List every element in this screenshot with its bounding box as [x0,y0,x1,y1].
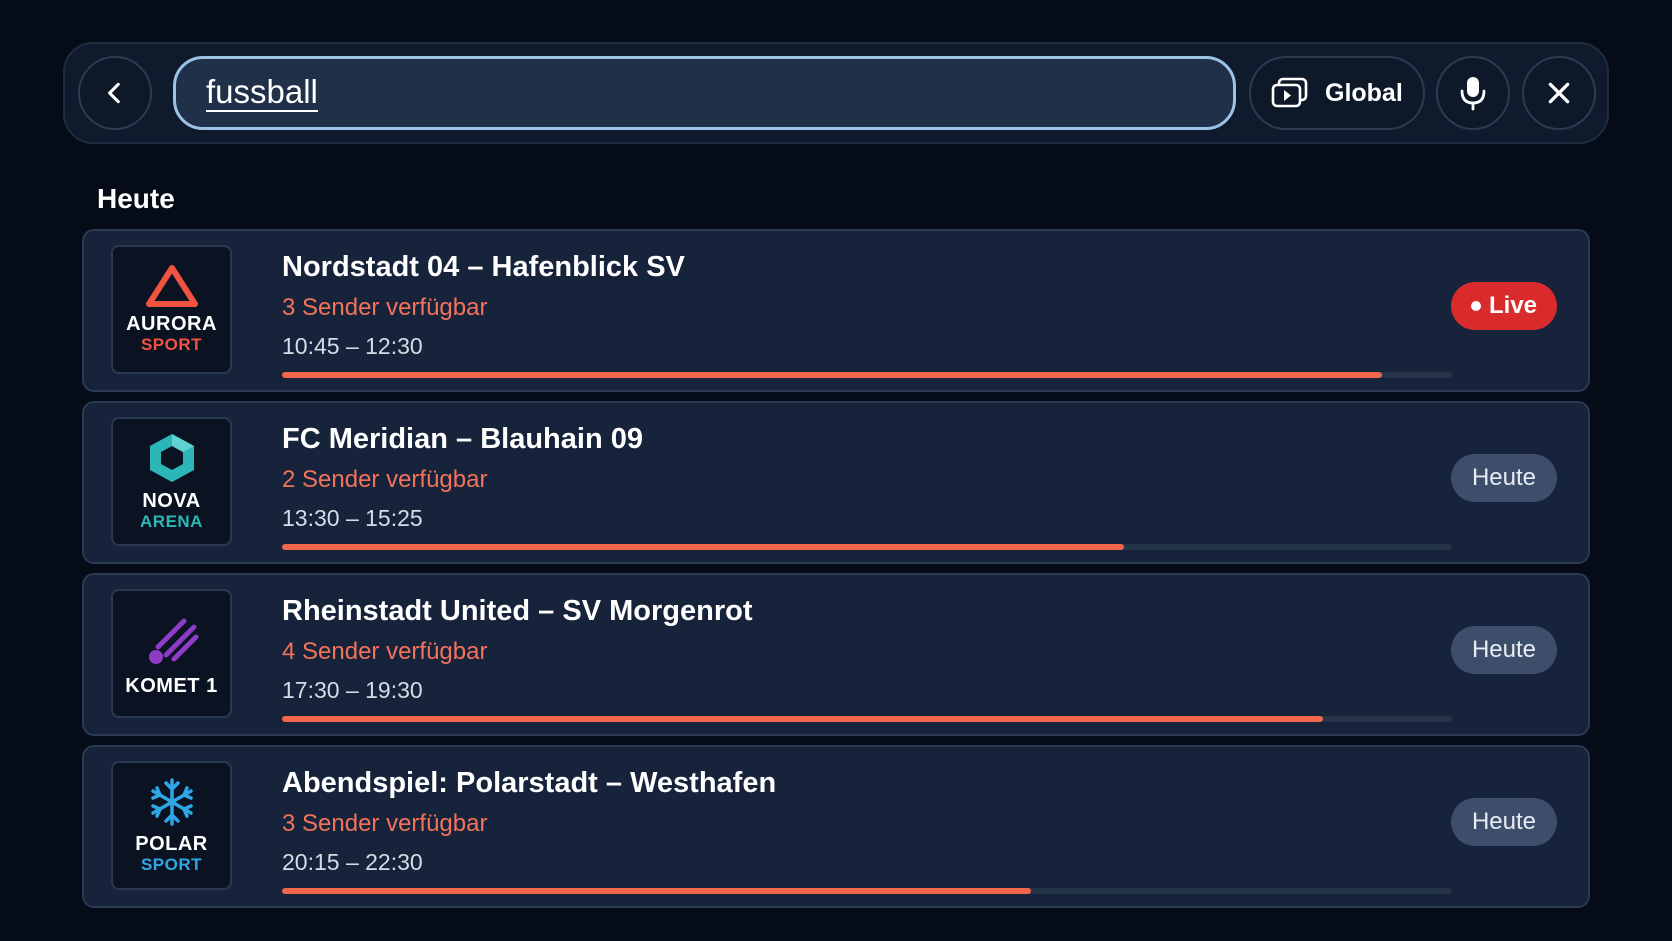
logo-text: NOVA [142,489,201,512]
channel-count: 3 Sender verfügbar [282,294,488,321]
back-button[interactable] [78,56,152,130]
badge-label: Heute [1471,464,1537,491]
section-title: Heute [97,183,175,214]
channel-count: 2 Sender verfügbar [282,466,488,493]
program-title: Rheinstadt United – SV Morgenrot [282,595,753,627]
logo-text: POLAR [135,832,208,855]
program-title: Nordstadt 04 – Hafenblick SV [282,251,685,283]
snowflake-icon [150,777,193,826]
badge-label: Live [1488,292,1538,319]
result-card[interactable]: POLAR SPORT Abendspiel: Polarstadt – Wes… [82,745,1590,908]
live-dot-icon [1470,301,1481,311]
search-toolbar: fussball Global [63,42,1609,144]
nova-logo-icon [149,433,194,482]
voice-search-button[interactable] [1436,56,1510,130]
logo-text: KOMET 1 [125,674,218,697]
time-range: 10:45 – 12:30 [282,333,423,359]
result-card[interactable]: KOMET 1 Rheinstadt United – SV Morgenrot… [82,573,1590,736]
logo-subtext: SPORT [140,334,203,354]
progress-bar [282,888,1452,894]
today-badge: Heute [1451,798,1557,846]
search-input[interactable]: fussball [173,56,1236,130]
chevron-left-icon [108,82,120,104]
result-card[interactable]: NOVA ARENA FC Meridian – Blauhain 09 2 S… [82,401,1590,564]
today-badge: Heute [1451,626,1557,674]
today-badge: Heute [1451,454,1557,502]
result-card[interactable]: AURORA SPORT Nordstadt 04 – Hafenblick S… [82,229,1590,392]
close-icon [1548,82,1570,104]
progress-bar [282,716,1452,722]
progress-bar [282,544,1452,550]
time-range: 13:30 – 15:25 [282,505,423,531]
aurora-logo-icon [145,264,198,307]
time-range: 20:15 – 22:30 [282,849,423,875]
progress-fill [282,716,1324,722]
channel-count: 4 Sender verfügbar [282,638,488,665]
progress-bar [282,372,1452,378]
channel-logo: POLAR SPORT [111,761,232,890]
clear-search-button[interactable] [1522,56,1596,130]
channel-logo: AURORA SPORT [111,245,232,374]
channel-count: 3 Sender verfügbar [282,810,488,837]
media-library-icon [1271,77,1308,108]
channel-logo: NOVA ARENA [111,417,232,546]
microphone-icon [1460,77,1486,111]
logo-text: AURORA [126,312,217,335]
progress-fill [282,544,1125,550]
badge-label: Heute [1471,636,1537,663]
scope-label: Global [1325,78,1403,107]
time-range: 17:30 – 19:30 [282,677,423,703]
progress-fill [282,888,1031,894]
program-title: Abendspiel: Polarstadt – Westhafen [282,767,777,799]
badge-label: Heute [1471,808,1537,835]
logo-subtext: SPORT [140,854,203,874]
scope-global-button[interactable]: Global [1249,56,1425,130]
search-query: fussball [206,73,318,112]
live-badge: Live [1451,282,1557,330]
komet-logo-icon [148,618,198,664]
program-title: FC Meridian – Blauhain 09 [282,423,643,455]
logo-subtext: ARENA [140,511,203,531]
progress-fill [282,372,1382,378]
channel-logo: KOMET 1 [111,589,232,718]
